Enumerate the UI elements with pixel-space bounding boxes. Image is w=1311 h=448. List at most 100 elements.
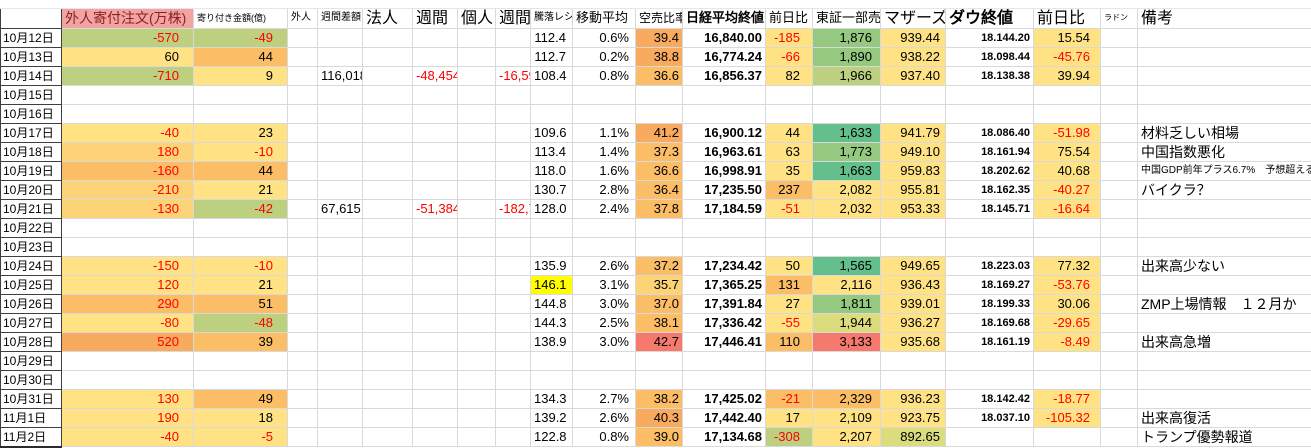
cell-kojin[interactable] xyxy=(458,142,496,161)
cell-kojin[interactable] xyxy=(458,180,496,199)
date-cell[interactable]: 10月30日 xyxy=(1,370,62,389)
cell-kojin_shukan[interactable] xyxy=(496,85,531,104)
cell-yoritsuki[interactable]: -49 xyxy=(194,28,288,47)
date-cell[interactable]: 10月12日 xyxy=(1,28,62,47)
cell-toraku[interactable]: 112.4 xyxy=(531,28,573,47)
cell-yoritsuki[interactable]: 39 xyxy=(194,332,288,351)
cell-karauri[interactable]: 37.0 xyxy=(636,294,683,313)
cell-ma[interactable]: 2.6% xyxy=(573,408,636,427)
cell-hojin[interactable] xyxy=(363,389,413,408)
cell-hojin[interactable] xyxy=(363,256,413,275)
cell-shukan_sagaku[interactable] xyxy=(318,104,363,123)
cell-tosho[interactable]: 1,966 xyxy=(813,66,881,85)
cell-kojin[interactable] xyxy=(458,351,496,370)
cell-karauri[interactable]: 41.2 xyxy=(636,123,683,142)
cell-karauri[interactable]: 36.6 xyxy=(636,161,683,180)
cell-toraku[interactable]: 146.1 xyxy=(531,275,573,294)
cell-biko[interactable]: ZMP上場情報 １２月か xyxy=(1138,294,1311,313)
cell-nikkei[interactable]: 17,442.40 xyxy=(683,408,766,427)
cell-ma[interactable]: 0.2% xyxy=(573,47,636,66)
cell-toraku[interactable]: 135.9 xyxy=(531,256,573,275)
header-cell-tosho[interactable]: 東証一部売買 xyxy=(813,8,881,28)
cell-nikkei_chg[interactable] xyxy=(766,370,813,389)
cell-gaijin_order[interactable] xyxy=(62,218,194,237)
cell-dow_chg[interactable] xyxy=(1034,427,1101,447)
cell-shukan_sagaku[interactable] xyxy=(318,313,363,332)
cell-dow[interactable]: 18.145.71 xyxy=(946,199,1034,218)
cell-nikkei[interactable]: 16,774.24 xyxy=(683,47,766,66)
cell-gaijin_order[interactable]: -210 xyxy=(62,180,194,199)
cell-toraku[interactable] xyxy=(531,370,573,389)
cell-nikkei[interactable] xyxy=(683,351,766,370)
cell-tosho[interactable]: 1,811 xyxy=(813,294,881,313)
cell-kojin[interactable] xyxy=(458,85,496,104)
cell-radon[interactable] xyxy=(1101,85,1138,104)
cell-hojin[interactable] xyxy=(363,370,413,389)
header-cell-hojin[interactable]: 法人 xyxy=(363,8,413,28)
cell-hojin_shukan[interactable] xyxy=(413,123,458,142)
cell-kojin_shukan[interactable] xyxy=(496,313,531,332)
cell-ma[interactable]: 3.1% xyxy=(573,275,636,294)
cell-karauri[interactable] xyxy=(636,104,683,123)
cell-ma[interactable]: 2.7% xyxy=(573,389,636,408)
cell-biko[interactable]: トランプ優勢報道 xyxy=(1138,427,1311,447)
header-cell-biko[interactable]: 備考 xyxy=(1138,8,1311,28)
cell-kojin_shukan[interactable] xyxy=(496,408,531,427)
cell-nikkei_chg[interactable]: -185 xyxy=(766,28,813,47)
cell-yoritsuki[interactable]: -10 xyxy=(194,256,288,275)
cell-tosho[interactable] xyxy=(813,104,881,123)
header-cell-gaijin_order[interactable]: 外人寄付注文(万株) xyxy=(62,8,194,28)
cell-toraku[interactable]: 144.8 xyxy=(531,294,573,313)
date-cell[interactable]: 10月17日 xyxy=(1,123,62,142)
cell-nikkei_chg[interactable]: -308 xyxy=(766,427,813,447)
cell-nikkei_chg[interactable] xyxy=(766,104,813,123)
cell-gaijin[interactable] xyxy=(288,104,318,123)
cell-gaijin_order[interactable] xyxy=(62,104,194,123)
cell-kojin[interactable] xyxy=(458,161,496,180)
cell-toraku[interactable] xyxy=(531,104,573,123)
header-cell-shukan_sagaku[interactable]: 週間差額 xyxy=(318,8,363,28)
cell-mothers[interactable] xyxy=(881,351,946,370)
cell-shukan_sagaku[interactable]: 67,615 xyxy=(318,199,363,218)
cell-nikkei_chg[interactable]: 237 xyxy=(766,180,813,199)
cell-mothers[interactable]: 936.43 xyxy=(881,275,946,294)
cell-dow[interactable] xyxy=(946,218,1034,237)
cell-gaijin[interactable] xyxy=(288,142,318,161)
cell-gaijin_order[interactable]: -160 xyxy=(62,161,194,180)
cell-dow[interactable] xyxy=(946,427,1034,447)
cell-mothers[interactable]: 923.75 xyxy=(881,408,946,427)
cell-shukan_sagaku[interactable] xyxy=(318,294,363,313)
cell-ma[interactable]: 1.1% xyxy=(573,123,636,142)
cell-radon[interactable] xyxy=(1101,427,1138,447)
cell-gaijin_order[interactable]: -40 xyxy=(62,427,194,447)
cell-radon[interactable] xyxy=(1101,313,1138,332)
header-cell-kojin_shukan[interactable]: 週間 xyxy=(496,8,531,28)
cell-gaijin[interactable] xyxy=(288,294,318,313)
cell-biko[interactable] xyxy=(1138,66,1311,85)
header-cell-date[interactable] xyxy=(1,8,62,28)
cell-dow[interactable] xyxy=(946,237,1034,256)
cell-hojin[interactable] xyxy=(363,66,413,85)
cell-yoritsuki[interactable]: 9 xyxy=(194,66,288,85)
cell-karauri[interactable]: 39.0 xyxy=(636,427,683,447)
cell-kojin[interactable] xyxy=(458,199,496,218)
cell-tosho[interactable] xyxy=(813,218,881,237)
cell-toraku[interactable]: 109.6 xyxy=(531,123,573,142)
cell-kojin[interactable] xyxy=(458,123,496,142)
cell-karauri[interactable]: 38.8 xyxy=(636,47,683,66)
cell-hojin[interactable] xyxy=(363,199,413,218)
cell-toraku[interactable] xyxy=(531,218,573,237)
cell-hojin[interactable] xyxy=(363,123,413,142)
cell-nikkei_chg[interactable]: 131 xyxy=(766,275,813,294)
cell-nikkei_chg[interactable] xyxy=(766,218,813,237)
cell-shukan_sagaku[interactable] xyxy=(318,180,363,199)
cell-biko[interactable] xyxy=(1138,275,1311,294)
cell-mothers[interactable] xyxy=(881,104,946,123)
cell-kojin[interactable] xyxy=(458,237,496,256)
cell-yoritsuki[interactable]: 44 xyxy=(194,161,288,180)
cell-biko[interactable]: バイクラ？ xyxy=(1138,180,1311,199)
cell-hojin[interactable] xyxy=(363,427,413,447)
date-cell[interactable]: 11月2日 xyxy=(1,427,62,447)
cell-biko[interactable] xyxy=(1138,85,1311,104)
cell-tosho[interactable]: 1,663 xyxy=(813,161,881,180)
